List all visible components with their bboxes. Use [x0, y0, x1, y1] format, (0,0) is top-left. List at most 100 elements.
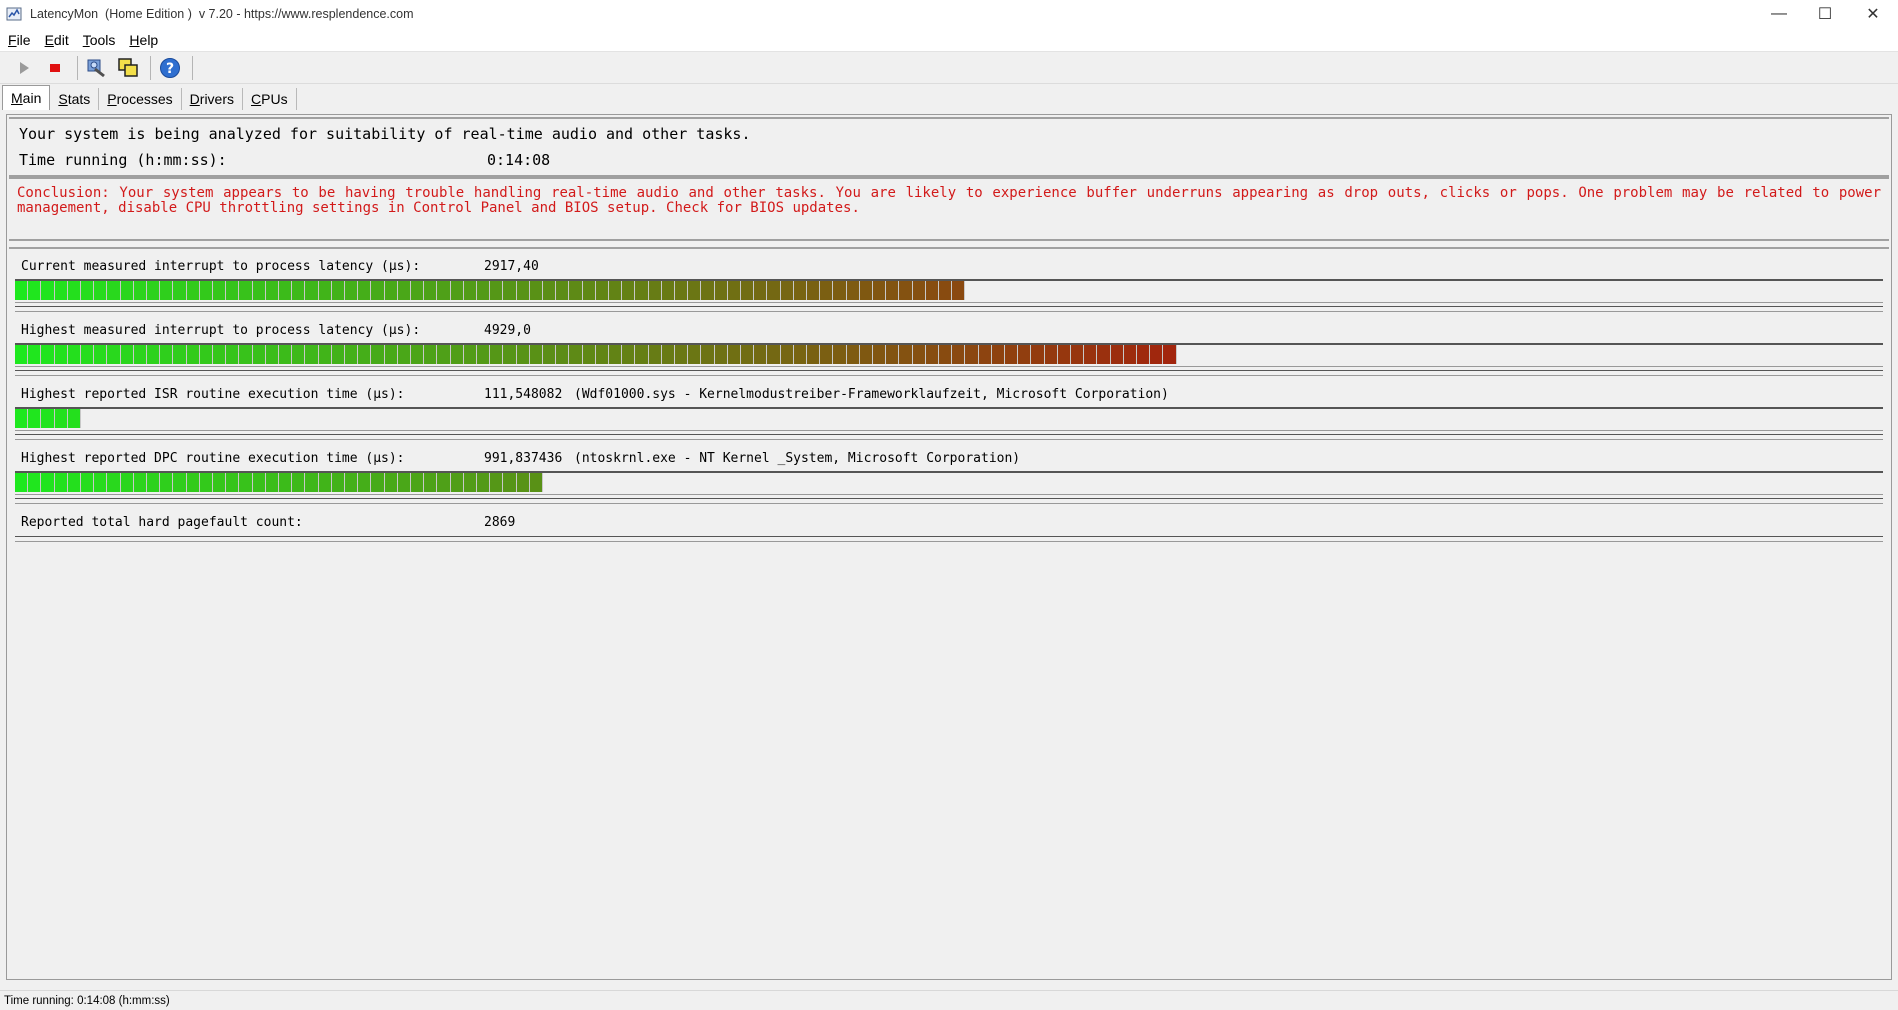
bar-segment — [991, 345, 1005, 364]
bar-segment — [345, 281, 359, 300]
minimize-button[interactable]: — — [1756, 0, 1802, 28]
bar-segment — [81, 473, 95, 492]
bar-segment — [107, 345, 121, 364]
bar-segment — [265, 473, 279, 492]
menu-help[interactable]: Help — [127, 31, 160, 49]
bar-segment — [661, 281, 675, 300]
bar-segment — [793, 281, 807, 300]
bar-segment — [358, 345, 372, 364]
bar-segment — [899, 281, 913, 300]
bar-segment — [648, 281, 662, 300]
bar-segment — [160, 281, 174, 300]
bar-segment — [239, 345, 253, 364]
bar-segment — [318, 473, 332, 492]
bar-segment — [186, 345, 200, 364]
bar-segment — [199, 281, 213, 300]
menu-file[interactable]: File — [6, 31, 33, 49]
bar-segment — [15, 473, 29, 492]
bar-segment — [490, 281, 504, 300]
bar-segment — [41, 345, 55, 364]
tab-cpus[interactable]: C PUs — [243, 88, 297, 110]
bar-segment — [978, 345, 992, 364]
bar-segment — [331, 345, 345, 364]
minimize-icon: — — [1771, 5, 1787, 22]
bar-segment — [1110, 345, 1124, 364]
close-icon: ✕ — [1866, 6, 1880, 23]
analysis-status-text: Your system is being analyzed for suitab… — [19, 125, 751, 143]
close-button[interactable]: ✕ — [1848, 0, 1898, 28]
bar-segment — [279, 345, 293, 364]
maximize-button[interactable]: ☐ — [1802, 0, 1848, 28]
bar-segment — [833, 281, 847, 300]
metric-label: Highest reported DPC routine execution t… — [21, 451, 405, 466]
menu-edit[interactable]: Edit — [43, 31, 71, 49]
latency-bar — [15, 343, 1883, 367]
metric-value: 2869 — [484, 515, 516, 530]
start-button[interactable] — [10, 54, 38, 82]
bar-segment — [331, 473, 345, 492]
status-bar-text: Time running: 0:14:08 (h:mm:ss) — [4, 994, 170, 1007]
bar-segment — [371, 281, 385, 300]
bar-segment — [94, 281, 108, 300]
bar-segment — [15, 281, 29, 300]
bar-segment — [622, 345, 636, 364]
metric-value: 2917,40 — [484, 259, 539, 274]
help-button[interactable]: ? — [156, 54, 184, 82]
tab-drivers[interactable]: Drivers — [182, 88, 244, 110]
metric-label: Current measured interrupt to process la… — [21, 259, 421, 274]
menu-tools[interactable]: Tools — [81, 31, 118, 49]
bar-segment — [411, 473, 425, 492]
metric-label: Reported total hard pagefault count: — [21, 515, 303, 530]
bar-segment — [397, 281, 411, 300]
bar-segment — [965, 345, 979, 364]
bar-segment — [727, 281, 741, 300]
bar-segment — [397, 473, 411, 492]
bar-segment — [1057, 345, 1071, 364]
tab-processes[interactable]: Processes — [99, 88, 182, 110]
bar-segment — [371, 473, 385, 492]
bar-segment — [925, 281, 939, 300]
tab-strip: Main Stats Processes Drivers C PUs — [0, 84, 1898, 110]
bar-segment — [912, 345, 926, 364]
tools-button[interactable] — [83, 54, 111, 82]
metric-value: 111,548082 — [484, 387, 563, 402]
bar-segment — [1005, 345, 1019, 364]
bar-segment — [675, 281, 689, 300]
tab-stats[interactable]: Stats — [50, 88, 100, 110]
bar-segment — [450, 281, 464, 300]
bar-segment — [265, 345, 279, 364]
bar-segment — [846, 281, 860, 300]
bar-segment — [556, 281, 570, 300]
bar-segment — [305, 345, 319, 364]
bar-segment — [846, 345, 860, 364]
bar-segment — [226, 345, 240, 364]
bar-segment — [714, 281, 728, 300]
bar-segment — [147, 473, 161, 492]
bar-segment — [1163, 345, 1177, 364]
stop-icon — [50, 63, 60, 72]
bar-segment — [754, 281, 768, 300]
bar-segment — [912, 281, 926, 300]
bar-segment — [318, 345, 332, 364]
conclusion-text: Conclusion: Your system appears to be ha… — [9, 177, 1889, 241]
stop-button[interactable] — [41, 54, 69, 82]
bar-segment — [952, 281, 966, 300]
bar-segment — [41, 281, 55, 300]
bar-segment — [714, 345, 728, 364]
bar-segment — [622, 281, 636, 300]
bar-segment — [239, 281, 253, 300]
bar-segment — [767, 281, 781, 300]
window-button[interactable] — [114, 54, 142, 82]
bar-segment — [450, 345, 464, 364]
bar-segment — [305, 281, 319, 300]
bar-segment — [820, 281, 834, 300]
bar-track — [15, 370, 1883, 376]
bar-segment — [635, 345, 649, 364]
toolbar-separator — [192, 55, 193, 80]
bar-segment — [213, 473, 227, 492]
bar-segment — [397, 345, 411, 364]
bar-segment — [463, 473, 477, 492]
bar-segment — [54, 281, 68, 300]
tab-main[interactable]: Main — [2, 85, 51, 110]
bar-segment — [503, 473, 517, 492]
